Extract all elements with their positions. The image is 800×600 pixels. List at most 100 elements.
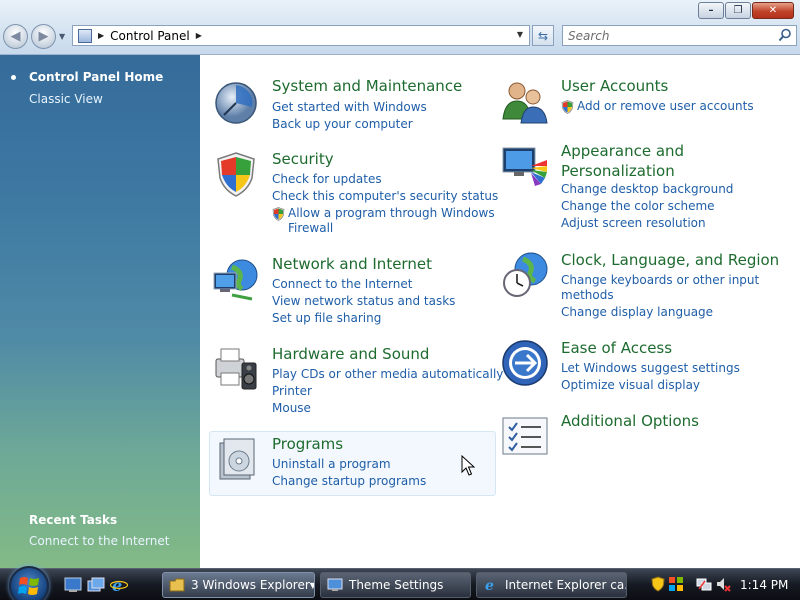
category-title-user-accounts[interactable]: User Accounts: [561, 77, 668, 96]
mouse-cursor-icon: [461, 455, 475, 476]
minimize-button[interactable]: –: [698, 2, 724, 19]
category-title-hardware-sound[interactable]: Hardware and Sound: [272, 345, 429, 364]
search-box[interactable]: [562, 25, 797, 46]
link-optimize-visual-display[interactable]: Optimize visual display: [561, 378, 700, 393]
windows-logo-icon: [18, 577, 39, 595]
minimize-icon: –: [708, 4, 714, 16]
link-screen-resolution[interactable]: Adjust screen resolution: [561, 216, 706, 231]
breadcrumb-arrow-icon[interactable]: ▶: [98, 31, 104, 40]
refresh-button[interactable]: ⇆: [532, 25, 554, 46]
link-network-status[interactable]: View network status and tasks: [272, 294, 455, 309]
close-button[interactable]: ✕: [752, 2, 794, 19]
search-input[interactable]: [563, 26, 763, 45]
restore-button[interactable]: ❐: [725, 2, 751, 19]
sidebar-item-classic-view[interactable]: Classic View: [29, 92, 103, 106]
taskbar: e 3 Windows Explorer ▼ Theme Settings e …: [0, 566, 800, 600]
link-security-status[interactable]: Check this computer's security status: [272, 189, 498, 204]
restore-icon: ❐: [733, 4, 743, 16]
window-controls: – ❐ ✕: [697, 2, 794, 19]
link-add-remove-accounts[interactable]: Add or remove user accounts: [577, 99, 754, 114]
link-printer[interactable]: Printer: [272, 384, 312, 399]
network-tray-icon[interactable]: [696, 576, 712, 592]
control-panel-icon: [78, 28, 92, 43]
link-get-started[interactable]: Get started with Windows: [272, 100, 427, 115]
close-icon: ✕: [768, 4, 778, 16]
category-title-ease-of-access[interactable]: Ease of Access: [561, 339, 672, 358]
taskbar-item-internet-explorer[interactable]: e Internet Explorer ca...: [476, 572, 627, 598]
programs-box-icon: [219, 438, 255, 480]
uac-shield-icon: [272, 207, 285, 221]
link-check-updates[interactable]: Check for updates: [272, 172, 382, 187]
current-page-bullet-icon: [11, 75, 16, 80]
taskbar-item-label: 3 Windows Explorer: [191, 578, 310, 592]
svg-text:e: e: [485, 578, 494, 593]
link-file-sharing[interactable]: Set up file sharing: [272, 311, 381, 326]
link-mouse[interactable]: Mouse: [272, 401, 311, 416]
folder-icon: [169, 578, 185, 592]
task-pane: Control Panel Home Classic View Recent T…: [0, 55, 200, 568]
link-color-scheme[interactable]: Change the color scheme: [561, 199, 715, 214]
volume-muted-tray-icon[interactable]: [715, 576, 731, 592]
taskbar-item-windows-explorer[interactable]: 3 Windows Explorer ▼: [162, 572, 315, 598]
category-title-appearance[interactable]: Appearance and: [561, 142, 684, 161]
system-clock[interactable]: 1:14 PM: [740, 578, 788, 592]
link-windows-suggest-settings[interactable]: Let Windows suggest settings: [561, 361, 740, 376]
link-connect-internet[interactable]: Connect to the Internet: [272, 277, 412, 292]
link-uninstall-program[interactable]: Uninstall a program: [272, 457, 391, 472]
link-startup-programs[interactable]: Change startup programs: [272, 474, 426, 489]
category-title-network-internet[interactable]: Network and Internet: [272, 255, 432, 274]
clock-globe-icon: [503, 252, 548, 297]
show-desktop-icon[interactable]: [64, 577, 82, 593]
security-shield-tray-icon[interactable]: [650, 576, 666, 592]
breadcrumb-arrow-icon[interactable]: ▶: [196, 31, 202, 40]
category-title-security[interactable]: Security: [272, 150, 334, 169]
internet-explorer-icon: e: [485, 578, 494, 593]
uac-shield-icon: [561, 100, 574, 114]
taskbar-item-theme-settings[interactable]: Theme Settings: [320, 572, 471, 598]
printer-speaker-icon: [215, 348, 257, 390]
start-button[interactable]: [9, 566, 49, 600]
theme-settings-icon: [327, 578, 343, 591]
network-globe-icon: [213, 259, 258, 301]
refresh-icon: ⇆: [537, 28, 549, 43]
security-shield-icon: [217, 152, 255, 197]
link-back-up[interactable]: Back up your computer: [272, 117, 413, 132]
category-title-programs[interactable]: Programs: [272, 435, 343, 454]
category-title-system-maintenance[interactable]: System and Maintenance: [272, 77, 462, 96]
search-icon[interactable]: [778, 28, 792, 42]
group-dropdown-icon: ▼: [310, 581, 314, 590]
breadcrumb-control-panel[interactable]: Control Panel: [110, 29, 190, 43]
windows-flag-tray-icon[interactable]: [668, 576, 684, 592]
window-toolbar: – ❐ ✕ ◀ ▶ ▼ ▶ Control Panel ▶ ▼ ⇆: [0, 0, 800, 55]
appearance-monitor-icon: [502, 147, 547, 186]
back-button[interactable]: ◀: [3, 24, 28, 49]
forward-button[interactable]: ▶: [31, 24, 56, 49]
link-change-keyboards-line2[interactable]: methods: [561, 288, 614, 303]
back-arrow-icon: ◀: [10, 29, 21, 44]
link-play-cds[interactable]: Play CDs or other media automatically: [272, 367, 503, 382]
sidebar-item-control-panel-home[interactable]: Control Panel Home: [29, 70, 163, 84]
address-bar[interactable]: ▶ Control Panel ▶ ▼: [72, 25, 530, 46]
switch-windows-icon[interactable]: [87, 577, 105, 593]
taskbar-item-label: Internet Explorer ca...: [505, 578, 627, 592]
system-maintenance-icon: [215, 82, 257, 124]
recent-tasks-heading: Recent Tasks: [29, 513, 118, 527]
link-desktop-background[interactable]: Change desktop background: [561, 182, 733, 197]
category-title-additional-options[interactable]: Additional Options: [561, 412, 699, 431]
link-allow-program-firewall[interactable]: Allow a program through Windows: [288, 206, 495, 221]
link-display-language[interactable]: Change display language: [561, 305, 713, 320]
svg-text:e: e: [112, 577, 122, 593]
address-dropdown-icon[interactable]: ▼: [517, 30, 523, 39]
recent-pages-dropdown-icon[interactable]: ▼: [59, 32, 65, 41]
recent-task-connect-internet[interactable]: Connect to the Internet: [29, 534, 169, 548]
category-title-appearance-line2[interactable]: Personalization: [561, 162, 675, 181]
link-change-keyboards[interactable]: Change keyboards or other input: [561, 273, 759, 288]
category-title-clock-language-region[interactable]: Clock, Language, and Region: [561, 251, 779, 270]
internet-explorer-icon[interactable]: e: [110, 577, 128, 593]
checklist-icon: [502, 417, 548, 455]
taskbar-item-label: Theme Settings: [349, 578, 444, 592]
user-accounts-icon: [502, 82, 548, 124]
link-allow-program-firewall-line2[interactable]: Firewall: [288, 221, 333, 236]
category-view: System and Maintenance Get started with …: [200, 55, 800, 568]
forward-arrow-icon: ▶: [38, 29, 49, 44]
